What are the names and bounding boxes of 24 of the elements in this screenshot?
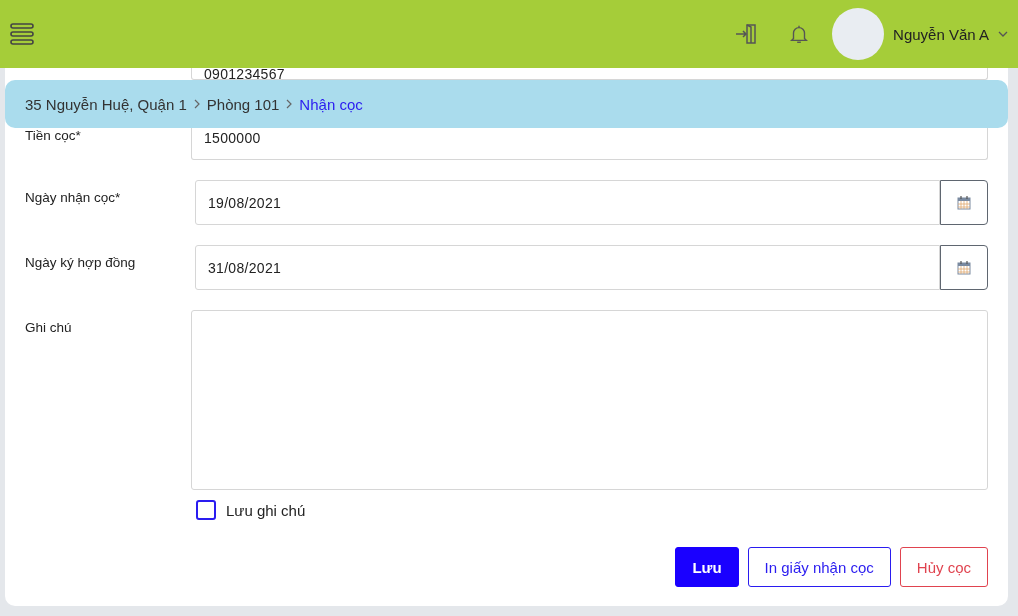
calendar-icon: [957, 195, 971, 210]
field-label: Ngày nhận cọc*: [25, 189, 122, 207]
breadcrumb-current[interactable]: Nhận cọc: [299, 95, 363, 113]
breadcrumb-link[interactable]: 35 Nguyễn Huệ, Quận 1: [25, 95, 187, 113]
chevron-right-icon: [192, 99, 201, 109]
cancel-button[interactable]: Hủy cọc: [899, 547, 988, 587]
breadcrumb-link[interactable]: Phòng 101: [206, 95, 280, 113]
calendar-icon: [957, 260, 971, 275]
date-field[interactable]: 31/08/2021: [195, 245, 940, 290]
print-button[interactable]: In giấy nhận cọc: [747, 547, 891, 587]
save-button[interactable]: Lưu: [675, 547, 739, 587]
logout-icon[interactable]: [734, 22, 759, 46]
calendar-button[interactable]: [940, 245, 988, 290]
field-label: Tiền cọc*: [25, 128, 82, 145]
field-label: Ghi chú: [25, 319, 73, 337]
checkbox[interactable]: [196, 500, 216, 520]
chevron-down-icon[interactable]: [998, 30, 1008, 38]
menu-icon[interactable]: [10, 22, 34, 46]
user-name[interactable]: Nguyễn Văn A: [893, 25, 989, 43]
chevron-right-icon: [285, 99, 294, 109]
field-label: Ngày ký hợp đồng: [25, 254, 137, 272]
calendar-button[interactable]: [940, 180, 988, 225]
date-field[interactable]: 19/08/2021: [195, 180, 940, 225]
checkbox-label[interactable]: Lưu ghi chú: [226, 501, 306, 519]
